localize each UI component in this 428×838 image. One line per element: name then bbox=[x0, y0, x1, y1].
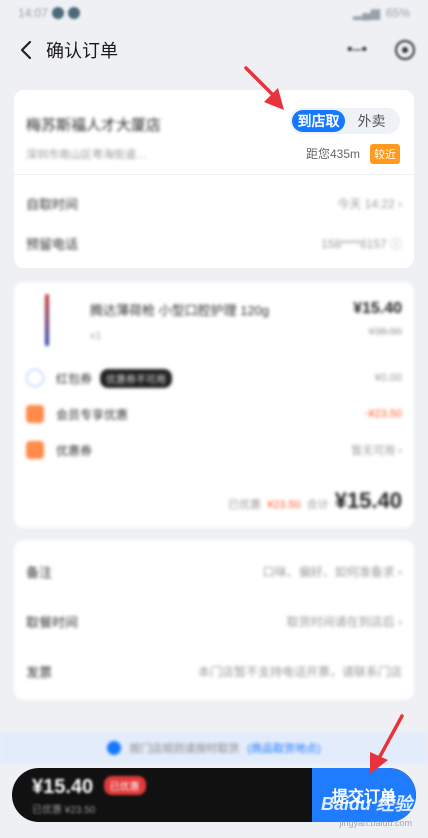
product-quantity: x1 bbox=[90, 330, 102, 342]
signal-icon: ▂▄▆ bbox=[353, 6, 380, 20]
option-label: 会员专享优惠 bbox=[56, 407, 129, 422]
product-card: 腾达薄荷枪 小型口腔护理 120g x1 ¥15.40 ¥38.90 红包券 优… bbox=[14, 282, 414, 528]
option-value: ¥0.00 bbox=[374, 372, 402, 384]
note-value[interactable]: 取货时间请在到店后 › bbox=[287, 613, 402, 630]
option-value: -¥23.50 bbox=[364, 408, 402, 420]
order-total: 已优惠 ¥23.50 合计 ¥15.40 bbox=[228, 488, 402, 514]
notification-icon bbox=[52, 7, 65, 19]
store-distance: 距您435m bbox=[306, 147, 361, 161]
option-row-coupon[interactable]: 优惠券 暂无可用 › bbox=[26, 438, 402, 462]
phone-label: 预留电话 bbox=[26, 237, 79, 252]
watermark-url: jingyan.baidu.com bbox=[339, 818, 412, 828]
tip-bar: 按门店规则请按时取货 (商品取货地点) bbox=[0, 732, 428, 764]
pickup-time-value[interactable]: 今天 14:22 › bbox=[337, 195, 402, 212]
store-address: 深圳市南山区粤海街道… bbox=[26, 149, 147, 161]
pickup-time-label: 自取时间 bbox=[26, 197, 79, 212]
discount-icon bbox=[26, 405, 44, 423]
product-name: 腾达薄荷枪 小型口腔护理 120g bbox=[90, 303, 270, 318]
phone-value[interactable]: 158****6157 ⓘ bbox=[321, 235, 402, 252]
page-title: 确认订单 bbox=[46, 41, 118, 61]
header: 确认订单 •–• bbox=[0, 28, 428, 72]
notes-card: 备注 口味、偏好、如何准备求 › 取餐时间 取货时间请在到店后 › 发票 本门店… bbox=[14, 540, 414, 700]
info-icon bbox=[107, 741, 122, 755]
target-icon[interactable] bbox=[394, 39, 416, 61]
option-value[interactable]: 暂无可用 › bbox=[351, 442, 402, 458]
mode-option-delivery[interactable]: 外卖 bbox=[345, 110, 398, 132]
checkout-price: ¥15.40 bbox=[32, 776, 94, 798]
product-price: ¥15.40 bbox=[353, 300, 402, 317]
product-original-price: ¥38.90 bbox=[368, 326, 402, 338]
note-label: 备注 bbox=[26, 565, 53, 580]
tip-link[interactable]: (商品取货地点) bbox=[247, 740, 320, 756]
mode-option-pickup[interactable]: 到店取 bbox=[292, 110, 345, 132]
saved-value: ¥23.50 bbox=[267, 499, 301, 511]
total-amount: ¥15.40 bbox=[334, 488, 402, 513]
option-badge: 优惠券不可用 bbox=[100, 368, 173, 388]
product-image bbox=[36, 294, 58, 346]
option-row-member[interactable]: 会员专享优惠 -¥23.50 bbox=[26, 402, 402, 426]
near-tag: 较近 bbox=[370, 144, 400, 164]
option-label: 红包券 bbox=[56, 371, 93, 386]
note-value[interactable]: 口味、偏好、如何准备求 › bbox=[263, 563, 402, 580]
watermark-logo: Baidu 经验 bbox=[320, 794, 412, 814]
coupon-icon bbox=[26, 441, 44, 459]
notification-icon bbox=[68, 7, 81, 19]
tip-text: 按门店规则请按时取货 bbox=[129, 743, 240, 755]
back-button[interactable] bbox=[12, 34, 40, 66]
option-label: 优惠券 bbox=[56, 443, 93, 458]
status-time: 14:07 bbox=[18, 6, 49, 20]
divider bbox=[14, 174, 414, 175]
note-label: 取餐时间 bbox=[26, 615, 79, 630]
status-bar: 14:07 ▂▄▆ 65% bbox=[0, 0, 428, 26]
battery-level: 65% bbox=[385, 6, 410, 20]
checkout-subtext: 已优惠 ¥23.50 bbox=[32, 805, 96, 816]
store-name: 梅苏斯福人才大厦店 bbox=[26, 117, 162, 134]
delivery-mode-toggle[interactable]: 到店取 外卖 bbox=[290, 108, 400, 134]
option-row-redpacket[interactable]: 红包券 优惠券不可用 ¥0.00 bbox=[26, 366, 402, 390]
note-label: 发票 bbox=[26, 665, 53, 680]
checkout-badge: 已优惠 bbox=[103, 776, 146, 795]
store-card: 梅苏斯福人才大厦店 深圳市南山区粤海街道… 到店取 外卖 距您435m 较近 自… bbox=[14, 90, 414, 268]
chevron-left-icon bbox=[20, 40, 32, 60]
checkbox-icon[interactable] bbox=[26, 369, 44, 387]
sum-label: 合计 bbox=[306, 499, 329, 511]
note-value[interactable]: 本门店暂不支持电话开票，请联系门店 bbox=[198, 663, 402, 680]
more-icon[interactable]: •–• bbox=[346, 39, 368, 61]
saved-label: 已优惠 bbox=[228, 499, 262, 511]
